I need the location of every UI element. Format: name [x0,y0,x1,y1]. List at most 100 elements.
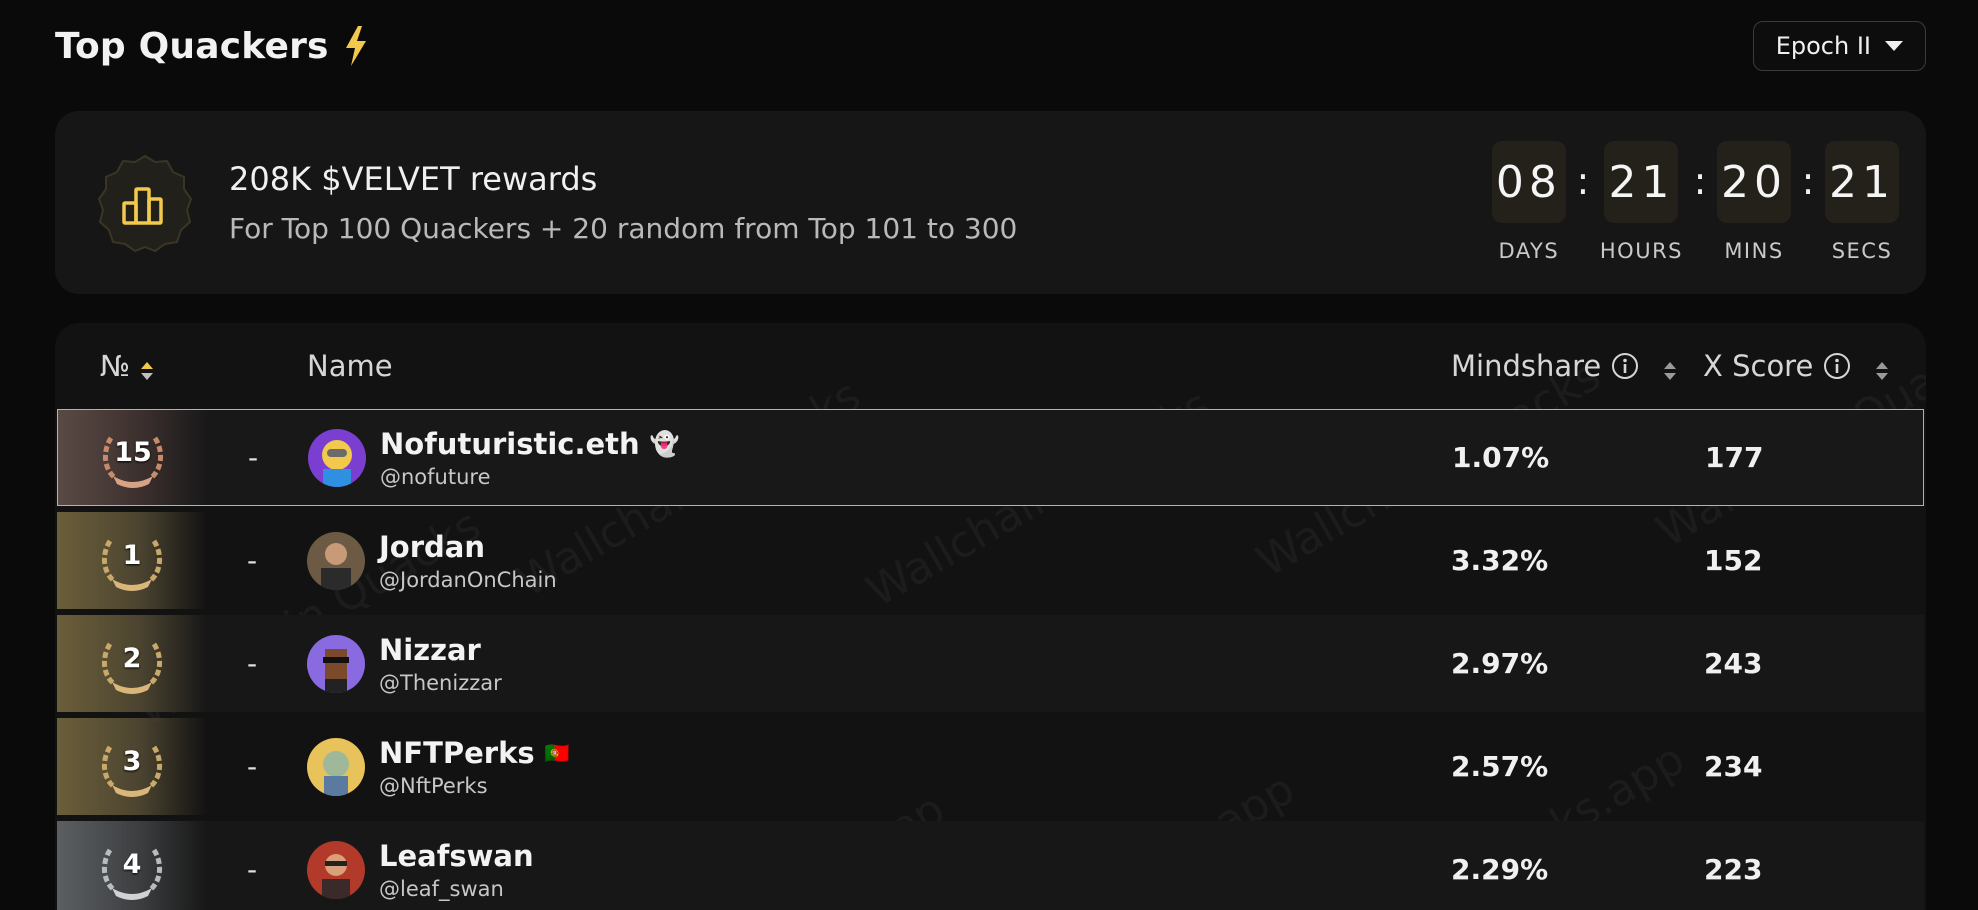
sort-icon[interactable] [1875,355,1889,380]
laurel-bronze-icon: 15 [97,422,169,494]
rank-cell: 4 [57,821,207,910]
rank-change: - [247,544,258,577]
laurel-silver-icon: 4 [96,834,168,906]
countdown-timer: 08 DAYS : 21 HOURS : 20 MINS : 21 SECS [1491,141,1899,263]
user-cell[interactable]: Nofuturistic.eth 👻 @nofuture [308,410,680,505]
user-cell[interactable]: Nizzar @Thenizzar [307,615,502,712]
page-header: Top Quackers Epoch II [55,20,1926,72]
column-name: Name [307,323,393,409]
table-row[interactable]: 15 - Nofuturistic.eth 👻 @nofuture 1.07% 1… [57,409,1924,506]
countdown-secs: 21 SECS [1825,141,1899,263]
column-mindshare-label: Mindshare [1451,349,1602,383]
countdown-separator: : [1576,159,1590,203]
user-display-name: Jordan [379,529,485,564]
reward-text: 208K $VELVET rewards For Top 100 Quacker… [229,160,1017,245]
xscore-value: 177 [1705,441,1764,474]
countdown-separator: : [1693,159,1707,203]
reward-subtitle: For Top 100 Quackers + 20 random from To… [229,212,1018,245]
laurel-gold-icon: 2 [96,628,168,700]
xscore-value: 223 [1704,853,1763,886]
mindshare-value: 2.29% [1451,853,1549,886]
epoch-label: Epoch II [1775,32,1871,60]
table-row[interactable]: 2 - Nizzar @Thenizzar 2.97% 243 [57,615,1924,712]
column-name-label: Name [307,349,393,383]
table-row[interactable]: 3 - NFTPerks 🇵🇹 @NftPerks 2.57% 234 [57,718,1924,815]
laurel-gold-icon: 3 [96,731,168,803]
rank-change: - [247,750,258,783]
user-display-name: Leafswan [379,838,534,873]
rank-number: 1 [122,540,142,571]
rank-cell: 3 [57,718,207,815]
info-icon[interactable] [1611,352,1639,380]
column-rank-label: № [100,349,131,383]
countdown-hours: 21 HOURS [1600,141,1683,263]
user-handle: @nofuture [380,464,491,489]
user-names: NFTPerks 🇵🇹 @NftPerks [379,736,570,798]
rank-change: - [248,441,259,474]
rank-number: 2 [122,643,142,674]
countdown-secs-value: 21 [1825,141,1899,223]
user-cell[interactable]: NFTPerks 🇵🇹 @NftPerks [307,718,570,815]
xscore-value: 243 [1704,647,1763,680]
rank-change: - [247,647,258,680]
rank-number: 15 [114,437,152,468]
reward-title: 208K $VELVET rewards [229,160,598,198]
column-xscore-label: X Score [1703,349,1814,383]
avatar [307,531,365,590]
user-name-text: NFTPerks [379,735,535,770]
rank-number: 4 [122,849,142,880]
column-mindshare[interactable]: Mindshare [1451,323,1677,409]
user-cell[interactable]: Jordan @JordanOnChain [307,512,557,609]
user-display-name: Nofuturistic.eth 👻 [380,427,680,461]
countdown-days-value: 08 [1491,141,1566,223]
leaderboard-table[interactable]: Wallchain Quacks Wallchain Quacks Wallch… [55,323,1926,910]
countdown-mins-label: MINS [1724,239,1784,263]
user-handle: @Thenizzar [379,670,502,695]
sort-icon[interactable] [140,355,154,380]
xscore-value: 152 [1704,544,1763,577]
user-name-text: Nofuturistic.eth [380,426,640,461]
mindshare-value: 2.97% [1451,647,1549,680]
ghost-emoji: 👻 [649,429,680,458]
rewards-card: 208K $VELVET rewards For Top 100 Quacker… [55,111,1926,294]
flag-icon: 🇵🇹 [544,740,570,765]
column-rank[interactable]: № [100,323,154,409]
table-header: № Name Mindshare X Score [55,323,1926,409]
leaderboard-badge-icon [95,153,195,253]
avatar [307,634,365,693]
rank-cell: 15 [58,410,208,505]
countdown-secs-label: SECS [1831,239,1893,263]
info-icon[interactable] [1823,352,1851,380]
countdown-hours-label: HOURS [1599,239,1683,263]
epoch-dropdown[interactable]: Epoch II [1752,21,1926,71]
rank-number: 3 [122,746,142,777]
rank-change: - [247,853,258,886]
leaderboard-page: Top Quackers Epoch II 208K $VELVET rewar… [0,0,1978,910]
user-names: Jordan @JordanOnChain [379,530,557,592]
rank-cell: 2 [57,615,207,712]
xscore-value: 234 [1704,750,1763,783]
user-cell[interactable]: Leafswan @leaf_swan [307,821,534,910]
avatar [307,737,365,796]
countdown-separator: : [1801,159,1815,203]
table-row[interactable]: 1 - Jordan @JordanOnChain 3.32% 152 [57,512,1924,609]
column-xscore[interactable]: X Score [1703,323,1889,409]
avatar [307,840,365,899]
title-wrap: Top Quackers [55,26,369,67]
countdown-mins-value: 20 [1717,141,1791,223]
user-handle: @JordanOnChain [379,567,557,592]
sort-icon[interactable] [1663,355,1677,380]
user-names: Nizzar @Thenizzar [379,633,502,695]
page-title: Top Quackers [55,25,329,67]
mindshare-value: 2.57% [1451,750,1549,783]
chevron-down-icon [1885,41,1903,51]
user-names: Leafswan @leaf_swan [379,839,534,901]
mindshare-value: 1.07% [1452,441,1550,474]
countdown-mins: 20 MINS [1717,141,1791,263]
rank-cell: 1 [57,512,207,609]
table-row[interactable]: 4 - Leafswan @leaf_swan 2.29% 223 [57,821,1924,910]
lightning-icon [343,26,369,66]
user-display-name: Nizzar [379,632,481,667]
user-names: Nofuturistic.eth 👻 @nofuture [380,427,680,489]
laurel-gold-icon: 1 [96,525,168,597]
